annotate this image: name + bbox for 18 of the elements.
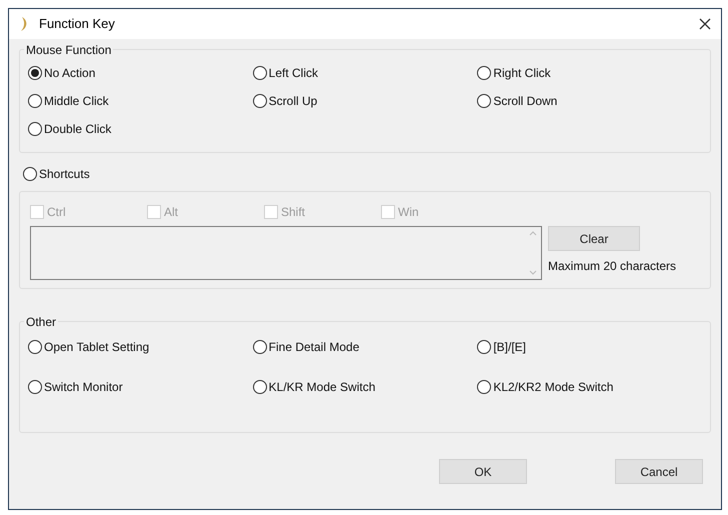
- radio-option[interactable]: Switch Monitor: [28, 376, 123, 398]
- radio-option[interactable]: KL/KR Mode Switch: [252, 376, 376, 398]
- close-icon[interactable]: [699, 18, 711, 30]
- window-title: Function Key: [39, 15, 115, 34]
- radio-option[interactable]: Scroll Down: [477, 90, 558, 112]
- radio-option[interactable]: Middle Click: [28, 90, 109, 112]
- radio-option[interactable]: Left Click: [252, 62, 318, 84]
- radio-option[interactable]: [B]/[E]: [477, 336, 526, 358]
- dialog-button[interactable]: OK: [439, 459, 527, 484]
- radio-option[interactable]: Double Click: [28, 118, 112, 140]
- radio-option[interactable]: Fine Detail Mode: [252, 336, 360, 358]
- dialog-button[interactable]: Cancel: [615, 459, 703, 484]
- radio-option[interactable]: Open Tablet Setting: [28, 336, 150, 358]
- radio-option[interactable]: No Action: [28, 62, 96, 84]
- radio-option[interactable]: KL2/KR2 Mode Switch: [477, 376, 614, 398]
- radio-option[interactable]: Scroll Up: [252, 90, 318, 112]
- radio-option[interactable]: Right Click: [477, 62, 551, 84]
- character-limit-hint: Maximum 20 characters: [548, 258, 676, 275]
